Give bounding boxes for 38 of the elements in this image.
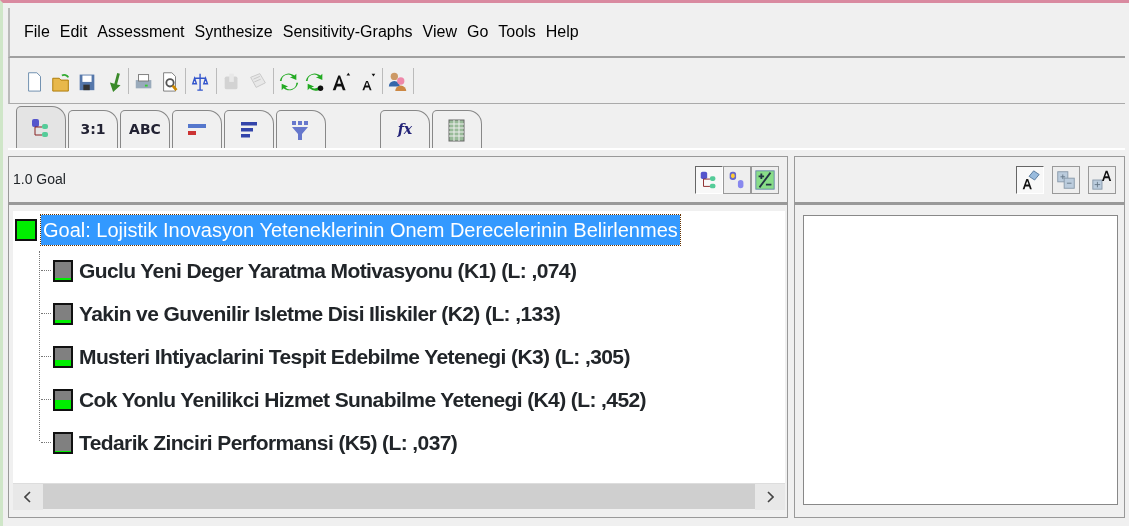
tab[interactable]: ABC <box>120 110 170 148</box>
menu-item[interactable]: Tools <box>498 20 536 44</box>
tab[interactable] <box>16 106 66 148</box>
tab[interactable] <box>276 110 326 148</box>
toggle-button[interactable] <box>1052 165 1080 194</box>
tab[interactable] <box>224 110 274 148</box>
horizontal-scrollbar[interactable] <box>13 483 785 509</box>
menu-item[interactable]: Assessment <box>97 20 185 44</box>
chevron-left-icon <box>24 491 32 503</box>
tab[interactable]: 3:1 <box>68 110 118 148</box>
chevron-right-icon <box>766 491 774 503</box>
tree-node[interactable]: Yakin ve Guvenilir Isletme Disi Iliskiler (K2) (L: ,133) <box>79 297 561 330</box>
plus-minus-icon <box>754 168 776 191</box>
tree-node[interactable]: Guclu Yeni Deger Yaratma Motivasyonu (K1) (L: ,074) <box>79 254 577 287</box>
tree-node[interactable]: Cok Yonlu Yenilikci Hizmet Sunabilme Yetenegi (K4) (L: ,452) <box>79 383 646 416</box>
toggle-button[interactable] <box>1016 165 1044 194</box>
toggle-button[interactable] <box>751 165 779 194</box>
menu-item[interactable]: Edit <box>59 20 88 44</box>
collapse-icon <box>1055 168 1077 191</box>
menu-item[interactable]: Go <box>467 20 489 44</box>
font-add-icon <box>1091 168 1113 191</box>
toggle-button[interactable] <box>723 165 751 194</box>
menu-item[interactable]: Help <box>545 20 579 44</box>
menu-item[interactable]: View <box>422 20 457 44</box>
tab[interactable] <box>172 110 222 148</box>
tab[interactable] <box>432 110 482 148</box>
tree-node[interactable]: Tedarik Zinciri Performansi (K5) (L: ,037) <box>79 426 458 459</box>
menu-item[interactable]: Sensitivity-Graphs <box>282 20 413 44</box>
toggle-button[interactable] <box>1088 165 1116 194</box>
toggle-button[interactable] <box>695 165 723 194</box>
menu-item[interactable]: Synthesize <box>194 20 273 44</box>
scroll-right-button[interactable] <box>755 484 785 510</box>
node-title: 1.0 Goal <box>13 170 66 189</box>
tree-node[interactable]: Musteri Ihtiyaclarini Tespit Edebilme Yetenegi (K3) (L: ,305) <box>79 340 630 373</box>
scroll-left-button[interactable] <box>13 484 43 510</box>
tab[interactable]: fx <box>380 110 430 148</box>
menu-item[interactable]: File <box>24 20 50 44</box>
priority-indicator <box>15 219 37 241</box>
